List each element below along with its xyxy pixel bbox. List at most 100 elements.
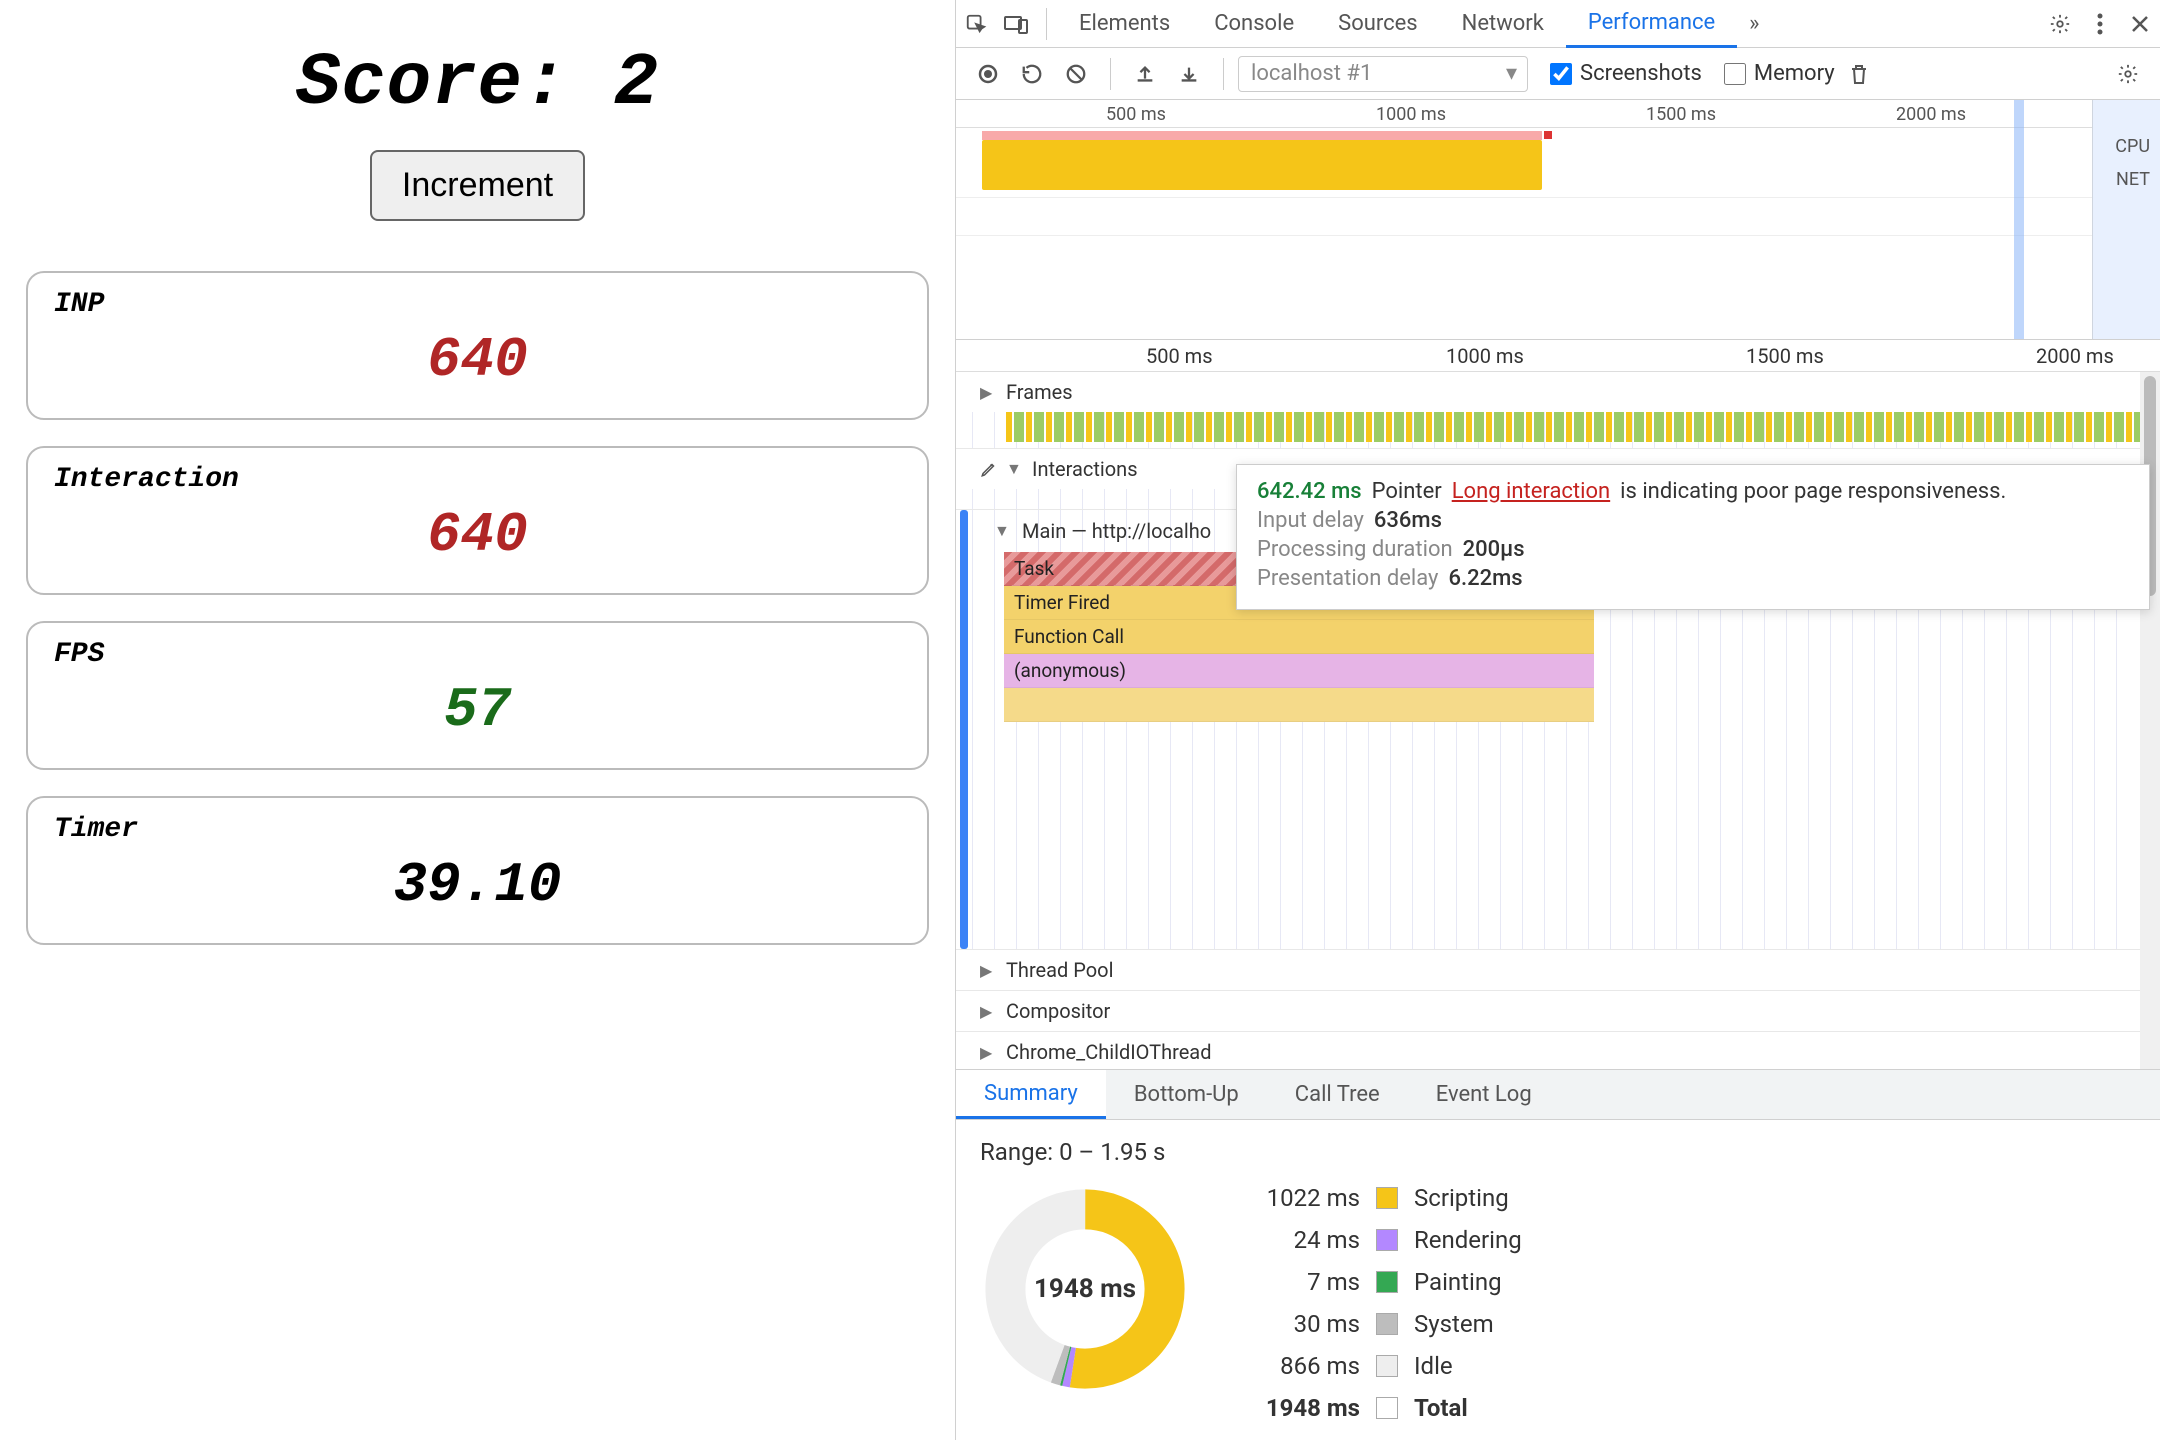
screenshots-checkbox-input[interactable]: [1550, 63, 1572, 85]
tab-console[interactable]: Console: [1192, 0, 1316, 48]
legend-name: System: [1414, 1310, 1494, 1338]
overview-minimap[interactable]: 500 ms 1000 ms 1500 ms 2000 ms CPU NET: [956, 100, 2160, 340]
chevron-right-icon[interactable]: [980, 1002, 998, 1021]
memory-label: Memory: [1754, 61, 1835, 86]
ruler-tick: 1500 ms: [1746, 344, 1824, 368]
summary-donut-chart: 1948 ms: [980, 1184, 1190, 1394]
reload-record-button[interactable]: [1012, 54, 1052, 94]
legend-row: 866 ms Idle: [1240, 1352, 1522, 1380]
app-pane: Score: 2 Increment INP 640 Interaction 6…: [0, 0, 955, 1440]
screenshots-label: Screenshots: [1580, 61, 1702, 86]
record-button[interactable]: [968, 54, 1008, 94]
ruler-tick: 1000 ms: [1376, 104, 1446, 125]
tooltip-warn-link[interactable]: Long interaction: [1452, 479, 1610, 504]
overview-side-labels: CPU NET: [2092, 100, 2160, 339]
metric-value: 640: [54, 328, 901, 392]
flamechart-area[interactable]: Frames Interactions 642.42 ms Pointer Lo…: [956, 372, 2160, 1070]
metric-card-interaction: Interaction 640: [26, 446, 929, 595]
legend-name: Painting: [1414, 1268, 1502, 1296]
tooltip-row-label: Processing duration: [1257, 537, 1453, 562]
summary-tab-calltree[interactable]: Call Tree: [1267, 1070, 1408, 1119]
metric-card-fps: FPS 57: [26, 621, 929, 770]
devtools-tabbar: Elements Console Sources Network Perform…: [956, 0, 2160, 48]
tab-network[interactable]: Network: [1440, 0, 1566, 48]
tabs-overflow[interactable]: »: [1737, 0, 1771, 48]
profile-selector[interactable]: localhost #1: [1238, 56, 1528, 92]
flame-ruler: 500 ms 1000 ms 1500 ms 2000 ms: [956, 340, 2160, 372]
selection-handle[interactable]: [2014, 100, 2024, 339]
legend-ms: 1022 ms: [1240, 1184, 1360, 1212]
summary-legend: 1022 msScripting24 msRendering7 msPainti…: [1240, 1184, 1522, 1422]
track-frames[interactable]: Frames: [956, 372, 2160, 449]
legend-swatch: [1376, 1355, 1398, 1377]
legend-swatch: [1376, 1187, 1398, 1209]
memory-checkbox-input[interactable]: [1724, 63, 1746, 85]
track-label: Main — http://localho: [1022, 519, 1211, 543]
gear-icon[interactable]: [2040, 0, 2080, 48]
inspect-element-icon[interactable]: [956, 0, 996, 48]
tab-elements[interactable]: Elements: [1057, 0, 1192, 48]
devtools-panel: Elements Console Sources Network Perform…: [955, 0, 2160, 1440]
frames-strip: [1006, 412, 2140, 442]
memory-checkbox[interactable]: Memory: [1724, 61, 1835, 86]
profile-selector-value: localhost #1: [1251, 61, 1372, 86]
gc-button[interactable]: [1839, 54, 1879, 94]
tab-performance[interactable]: Performance: [1566, 0, 1737, 48]
legend-name: Total: [1414, 1394, 1468, 1422]
upload-profile-button[interactable]: [1125, 54, 1165, 94]
screenshots-checkbox[interactable]: Screenshots: [1550, 61, 1702, 86]
pencil-icon: [980, 460, 998, 478]
legend-ms: 7 ms: [1240, 1268, 1360, 1296]
tooltip-row-value: 636ms: [1374, 508, 1442, 533]
overview-cpu-lane: [956, 128, 2092, 198]
overview-ruler: 500 ms 1000 ms 1500 ms 2000 ms: [956, 100, 2092, 128]
clear-button[interactable]: [1056, 54, 1096, 94]
legend-swatch: [1376, 1313, 1398, 1335]
chevron-down-icon[interactable]: [994, 521, 1012, 541]
overview-label-net: NET: [2093, 163, 2160, 196]
summary-tabbar: Summary Bottom-Up Call Tree Event Log: [956, 1070, 2160, 1120]
capture-settings-gear-icon[interactable]: [2108, 54, 2148, 94]
tooltip-kind: Pointer: [1372, 479, 1442, 504]
ruler-tick: 2000 ms: [2036, 344, 2114, 368]
flame-bar-anonymous[interactable]: (anonymous): [1004, 654, 1594, 688]
summary-range: Range: 0 – 1.95 s: [980, 1138, 2136, 1166]
kebab-menu-icon[interactable]: [2080, 0, 2120, 48]
track-label: Frames: [1006, 380, 1073, 404]
score-value: 2: [614, 42, 659, 126]
legend-name: Idle: [1414, 1352, 1453, 1380]
legend-row: 1948 msTotal: [1240, 1394, 1522, 1422]
summary-tab-summary[interactable]: Summary: [956, 1070, 1106, 1119]
track-label: Chrome_ChildIOThread: [1006, 1040, 1211, 1064]
chevron-right-icon[interactable]: [980, 1043, 998, 1062]
flame-bar-function-call[interactable]: Function Call: [1004, 620, 1594, 654]
track-child-io[interactable]: Chrome_ChildIOThread: [956, 1032, 2160, 1070]
score-prefix: Score:: [296, 42, 614, 126]
track-compositor[interactable]: Compositor: [956, 991, 2160, 1032]
chevron-right-icon[interactable]: [980, 961, 998, 980]
tab-sources[interactable]: Sources: [1316, 0, 1440, 48]
summary-tab-bottomup[interactable]: Bottom-Up: [1106, 1070, 1267, 1119]
tooltip-time: 642.42 ms: [1257, 479, 1362, 504]
metric-label: INP: [54, 289, 901, 320]
legend-name: Scripting: [1414, 1184, 1509, 1212]
increment-button[interactable]: Increment: [370, 150, 585, 221]
metric-value: 39.10: [54, 853, 901, 917]
legend-swatch: [1376, 1271, 1398, 1293]
score-heading: Score: 2: [24, 42, 931, 126]
chevron-down-icon[interactable]: [1006, 459, 1024, 479]
chevron-right-icon[interactable]: [980, 383, 998, 402]
track-threadpool[interactable]: Thread Pool: [956, 950, 2160, 991]
metric-label: FPS: [54, 639, 901, 670]
summary-tab-eventlog[interactable]: Event Log: [1408, 1070, 1560, 1119]
legend-ms: 30 ms: [1240, 1310, 1360, 1338]
close-icon[interactable]: [2120, 0, 2160, 48]
interaction-tooltip: 642.42 ms Pointer Long interaction is in…: [1236, 464, 2150, 610]
tooltip-row-label: Input delay: [1257, 508, 1364, 533]
flame-bar[interactable]: [1004, 688, 1594, 722]
legend-name: Rendering: [1414, 1226, 1522, 1254]
legend-ms: 866 ms: [1240, 1352, 1360, 1380]
device-toggle-icon[interactable]: [996, 0, 1036, 48]
download-profile-button[interactable]: [1169, 54, 1209, 94]
metric-value: 640: [54, 503, 901, 567]
